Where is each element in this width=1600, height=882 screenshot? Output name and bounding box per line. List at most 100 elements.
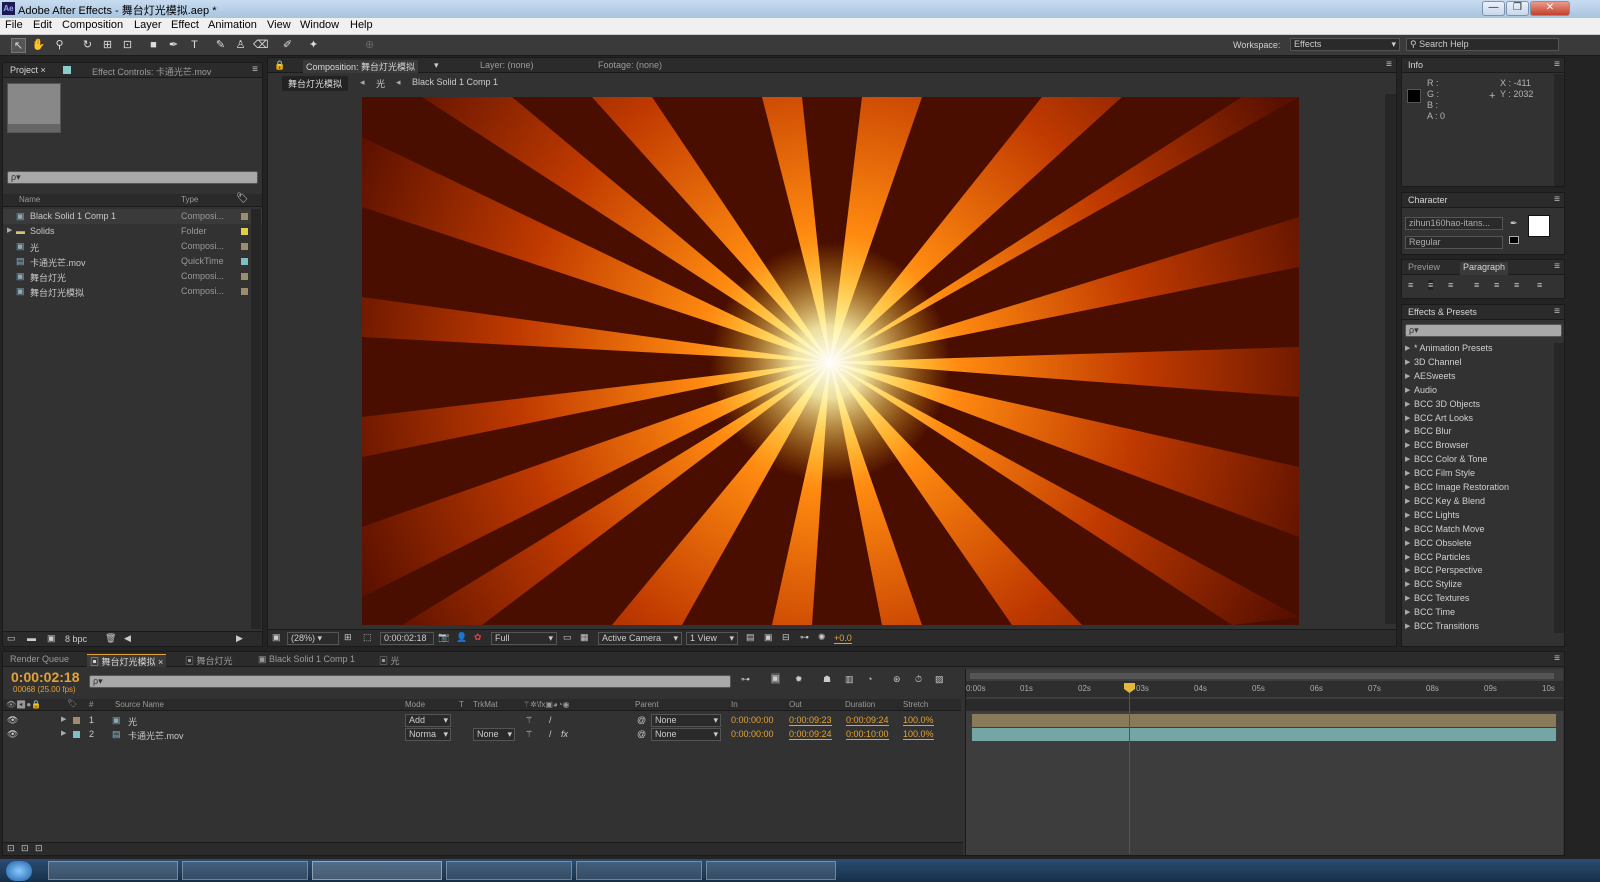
justify-left-icon[interactable]: ≡	[1474, 280, 1479, 290]
info-scrollbar[interactable]	[1554, 74, 1564, 186]
magnification-dropdown[interactable]: (28%) ▾	[287, 632, 339, 645]
tab-paragraph[interactable]: Paragraph	[1460, 262, 1509, 275]
effects-scrollbar[interactable]	[1554, 343, 1564, 633]
eyedropper-icon[interactable]: ✒	[1510, 218, 1518, 229]
panel-menu-icon[interactable]: ≡	[1554, 261, 1560, 272]
pick-whip-icon[interactable]: @	[637, 729, 646, 739]
shy-switch-icon[interactable]: ⚚	[525, 715, 533, 726]
type-tool-icon[interactable]: T	[187, 38, 202, 53]
effects-category-item[interactable]: ▶ BCC Particles	[1405, 552, 1470, 566]
eye-icon[interactable]: 👁	[7, 715, 18, 726]
new-folder-icon[interactable]: ▬	[27, 633, 36, 643]
effects-category-item[interactable]: ▶ BCC Image Restoration	[1405, 482, 1509, 496]
expand-arrow-icon[interactable]: ▶	[1405, 455, 1410, 463]
expand-arrow-icon[interactable]: ▶	[1405, 525, 1410, 533]
label-color-chip[interactable]	[241, 213, 248, 220]
effects-category-item[interactable]: ▶ BCC Blur	[1405, 426, 1452, 440]
layer-out-time[interactable]: 0:00:09:23	[789, 715, 832, 726]
parent-dropdown[interactable]: None ▾	[651, 714, 721, 727]
panel-menu-icon[interactable]: ≡	[1386, 59, 1392, 70]
camera-tool-icon[interactable]: ⊞	[100, 38, 115, 53]
brush-tool-icon[interactable]: ✎	[213, 38, 228, 53]
col-duration[interactable]: Duration	[845, 700, 875, 709]
exposure-icon[interactable]: ✺	[818, 632, 826, 643]
taskbar-item[interactable]	[706, 861, 836, 880]
transparency-grid-icon[interactable]: ▦	[580, 632, 589, 643]
composition-viewer[interactable]	[362, 97, 1299, 625]
col-t[interactable]: T	[459, 700, 464, 709]
current-time-field[interactable]: 0:00:02:18	[380, 632, 434, 645]
col-source-name[interactable]: Source Name	[115, 700, 164, 709]
menu-help[interactable]: Help	[350, 19, 373, 31]
layer-bar[interactable]	[972, 714, 1556, 727]
start-button[interactable]	[6, 861, 32, 881]
tab-timeline-stage[interactable]: ▣ 舞台灯光	[185, 654, 233, 667]
tab-timeline-solid[interactable]: ▣ Black Solid 1 Comp 1	[258, 654, 355, 667]
timeline-icon[interactable]: ⊟	[782, 632, 790, 643]
expand-arrow-icon[interactable]: ▶	[1405, 372, 1410, 380]
effects-category-item[interactable]: ▶ BCC Match Move	[1405, 524, 1485, 538]
expand-arrow-icon[interactable]: ▶	[1405, 441, 1410, 449]
layer-row[interactable]: 👁 ▶ 2 ▤ 卡通光芒.mov Norma ▾ None ▾ ⚚ / fx @ N…	[3, 727, 961, 742]
bpc-label[interactable]: 8 bpc	[65, 634, 87, 644]
eraser-tool-icon[interactable]: ⌫	[253, 38, 269, 53]
scroll-right-icon[interactable]: ▶	[236, 633, 243, 644]
expand-arrow-icon[interactable]: ▶	[1405, 344, 1410, 352]
label-tag-icon[interactable]: 🏷	[236, 193, 249, 204]
time-graph[interactable]: 0:00s 01s 02s 03s 04s 05s 06s 07s 08s 09s 10s	[965, 669, 1564, 855]
layer-out-time[interactable]: 0:00:09:24	[789, 729, 832, 740]
project-scrollbar[interactable]	[251, 209, 261, 629]
blend-mode-dropdown[interactable]: Add ▾	[405, 714, 451, 727]
workspace-dropdown[interactable]: Effects ▾	[1290, 38, 1400, 51]
layer-in-time[interactable]: 0:00:00:00	[731, 715, 774, 725]
panel-menu-icon[interactable]: ≡	[1554, 306, 1560, 317]
align-center-icon[interactable]: ≡	[1428, 280, 1434, 290]
expand-arrow-icon[interactable]: ▶	[7, 226, 12, 234]
panel-menu-icon[interactable]: ≡	[1554, 59, 1560, 70]
toggle-modes-icon[interactable]: ⊡	[21, 843, 29, 854]
new-composition-icon[interactable]: ▣	[47, 633, 56, 644]
shy-layers-icon[interactable]: ☗	[823, 674, 831, 685]
justify-right-icon[interactable]: ≡	[1514, 280, 1519, 290]
label-color-chip[interactable]	[241, 273, 248, 280]
mask-visibility-icon[interactable]: ⬚	[363, 632, 372, 643]
label-color-chip[interactable]	[241, 288, 248, 295]
rectangle-tool-icon[interactable]: ■	[146, 38, 161, 53]
tab-character[interactable]: Character	[1408, 195, 1448, 208]
selection-tool-icon[interactable]: ↖	[11, 38, 26, 53]
expand-arrow-icon[interactable]: ▶	[1405, 511, 1410, 519]
effects-category-item[interactable]: ▶ Audio	[1405, 385, 1437, 399]
expand-arrow-icon[interactable]: ▶	[1405, 608, 1410, 616]
black-swatch[interactable]	[1509, 236, 1519, 244]
comp-mini-flowchart-icon[interactable]: ⊶	[741, 674, 750, 685]
layer-bar[interactable]	[972, 728, 1556, 741]
layer-switches-icon[interactable]: ⚚✲\fx▣◕◔◉	[523, 700, 570, 709]
col-in[interactable]: In	[731, 700, 738, 709]
eye-icon[interactable]: 👁	[7, 729, 18, 740]
tab-layer[interactable]: Layer: (none)	[480, 60, 534, 73]
puppet-tool-icon[interactable]: ✦	[306, 38, 321, 53]
axis-mode-icon[interactable]: ⊕	[362, 38, 377, 53]
search-help-input[interactable]: ⚲ Search Help	[1406, 38, 1559, 51]
col-stretch[interactable]: Stretch	[903, 700, 928, 709]
zoom-tool-icon[interactable]: ⚲	[52, 38, 67, 53]
effects-category-item[interactable]: ▶ BCC 3D Objects	[1405, 399, 1480, 413]
expand-arrow-icon[interactable]: ▶	[1405, 566, 1410, 574]
exposure-value[interactable]: +0.0	[834, 633, 852, 644]
col-name[interactable]: Name	[19, 195, 40, 204]
expand-arrow-icon[interactable]: ▶	[1405, 580, 1410, 588]
breadcrumb-item[interactable]: Black Solid 1 Comp 1	[412, 77, 498, 87]
effects-category-item[interactable]: ▶ BCC Textures	[1405, 593, 1469, 607]
minimize-button[interactable]: —	[1482, 1, 1505, 16]
brainstorm-icon[interactable]: ⊛	[893, 674, 901, 685]
chevron-down-icon[interactable]: ▾	[434, 60, 439, 71]
justify-all-icon[interactable]: ≡	[1537, 280, 1542, 290]
tab-timeline-light[interactable]: ▣ 光	[379, 654, 400, 667]
tab-timeline-main[interactable]: ▣ 舞台灯光模拟 ×	[87, 654, 167, 667]
region-of-interest-icon[interactable]: ▭	[563, 632, 572, 643]
col-out[interactable]: Out	[789, 700, 802, 709]
effects-category-item[interactable]: ▶ BCC Color & Tone	[1405, 454, 1487, 468]
col-mode[interactable]: Mode	[405, 700, 425, 709]
col-parent[interactable]: Parent	[635, 700, 659, 709]
tab-project[interactable]: Project ×	[10, 65, 46, 78]
